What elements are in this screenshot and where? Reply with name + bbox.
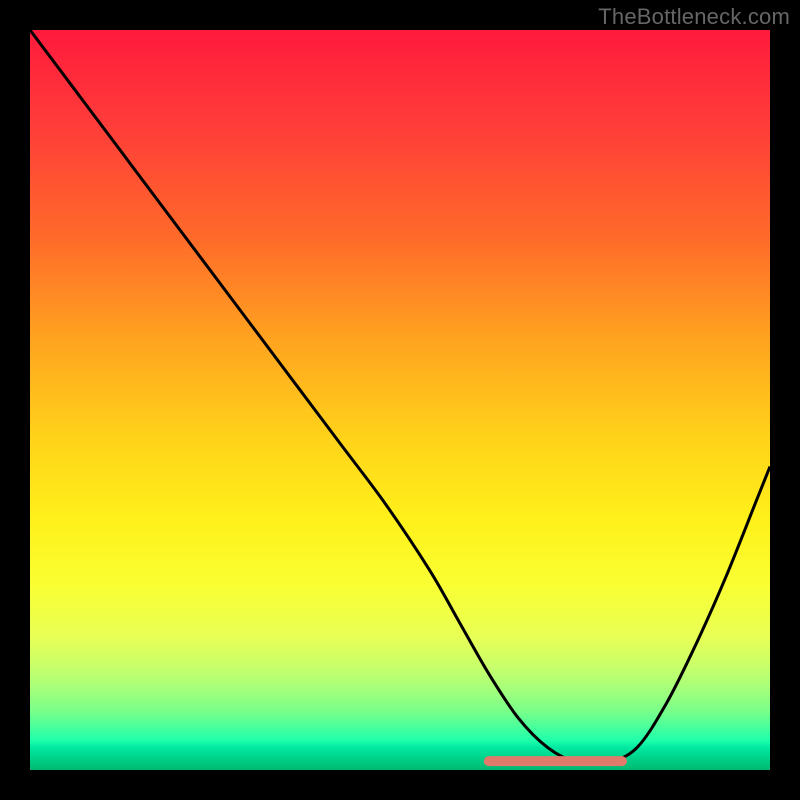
curve-layer <box>30 30 770 770</box>
bottleneck-curve <box>30 30 770 764</box>
chart-frame: TheBottleneck.com <box>0 0 800 800</box>
plot-area <box>30 30 770 770</box>
watermark-text: TheBottleneck.com <box>598 4 790 30</box>
